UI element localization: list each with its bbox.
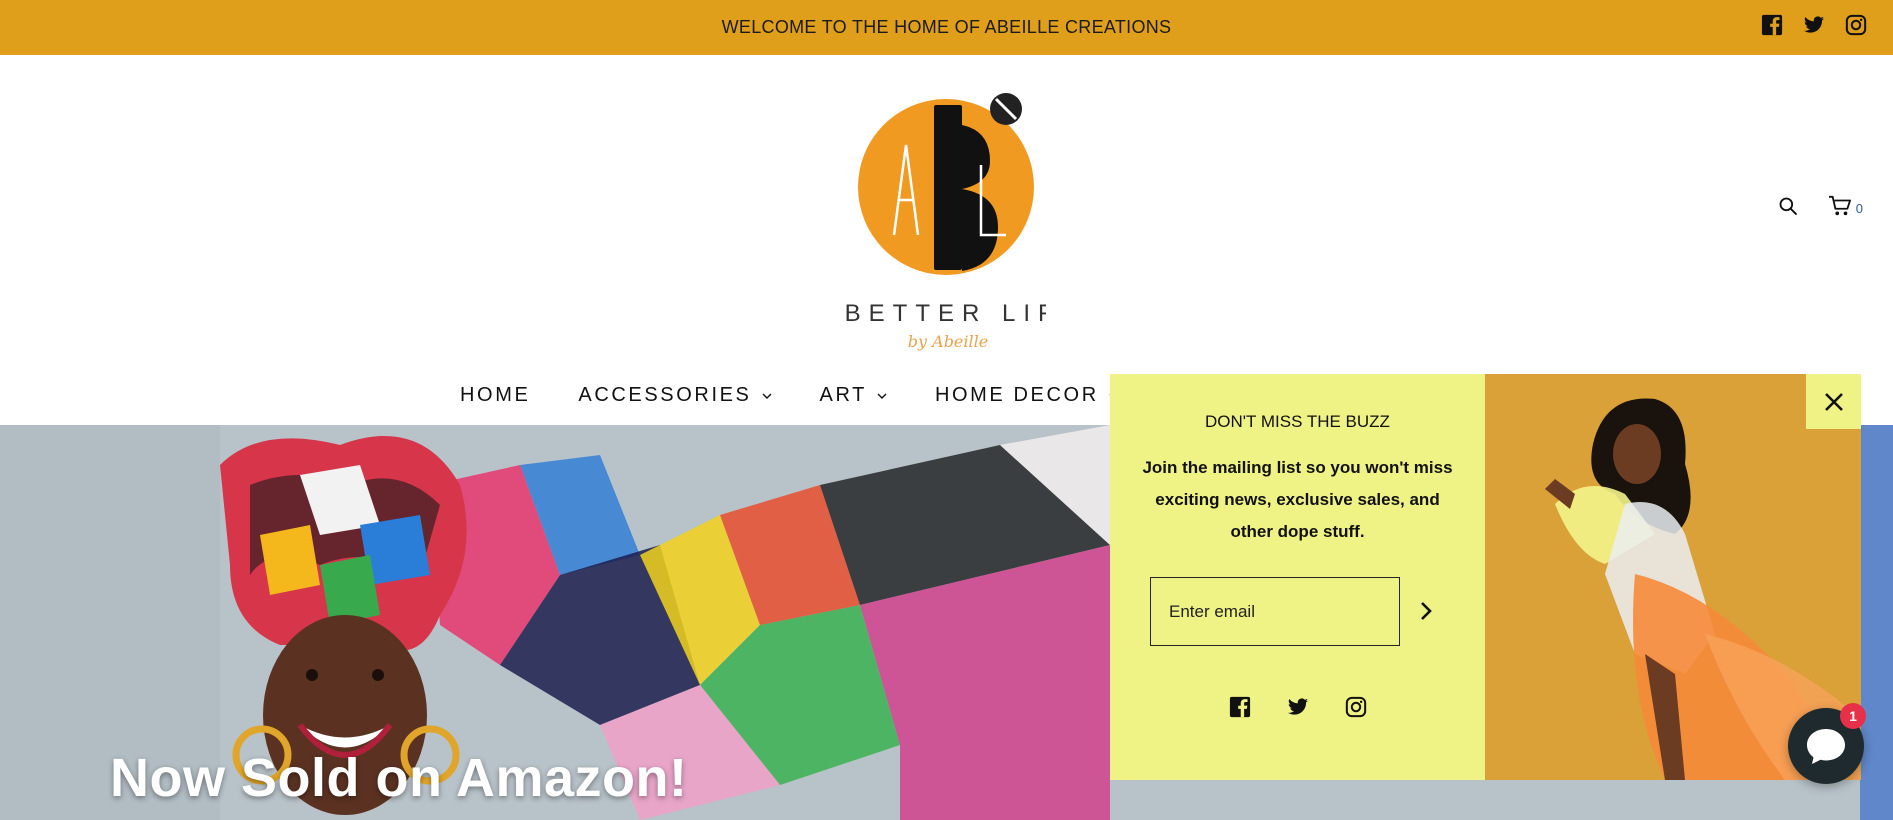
nav-item-home-decor[interactable]: HOME DECOR <box>935 384 1119 407</box>
logo-signature: by Abeille <box>908 332 988 351</box>
email-field[interactable] <box>1150 577 1400 646</box>
facebook-icon[interactable] <box>1761 14 1785 38</box>
hero-title: Now Sold on Amazon! <box>110 748 688 808</box>
header-social-links <box>1761 14 1869 38</box>
site-header: A BETTER LIFE by Abeille 0 <box>0 55 1893 372</box>
cart-button[interactable]: 0 <box>1828 195 1863 222</box>
logo-tagline: A BETTER LIFE <box>846 300 1046 327</box>
arrow-right-icon[interactable] <box>1415 600 1437 622</box>
popup-form-panel: DON'T MISS THE BUZZ Join the mailing lis… <box>1110 374 1485 780</box>
popup-heading: DON'T MISS THE BUZZ <box>1205 412 1390 431</box>
newsletter-popup: DON'T MISS THE BUZZ Join the mailing lis… <box>1110 374 1861 780</box>
twitter-icon[interactable] <box>1803 14 1827 38</box>
chevron-down-icon <box>877 393 887 399</box>
instagram-icon[interactable] <box>1845 14 1869 38</box>
twitter-icon[interactable] <box>1287 696 1309 718</box>
nav-item-label: HOME DECOR <box>934 384 1099 406</box>
chevron-down-icon <box>762 393 771 399</box>
nav-item-home[interactable]: HOME <box>460 384 530 407</box>
cart-count: 0 <box>1855 201 1863 216</box>
header-tools: 0 <box>1778 195 1863 222</box>
nav-item-label: HOME <box>460 384 531 406</box>
announcement-bar: WELCOME TO THE HOME OF ABEILLE CREATIONS <box>0 0 1893 55</box>
instagram-icon[interactable] <box>1345 696 1367 718</box>
close-icon <box>1824 392 1843 411</box>
nav-item-label: ACCESSORIES <box>578 384 752 406</box>
close-button[interactable] <box>1806 374 1861 429</box>
popup-social-links <box>1110 696 1485 718</box>
search-icon[interactable] <box>1778 196 1798 221</box>
nav-item-art[interactable]: ART <box>820 384 887 407</box>
chat-notification-badge: 1 <box>1840 703 1866 729</box>
facebook-icon[interactable] <box>1229 696 1251 718</box>
nav-item-label: ART <box>819 384 867 406</box>
announcement-text: WELCOME TO THE HOME OF ABEILLE CREATIONS <box>721 17 1172 37</box>
chat-icon <box>1807 729 1845 764</box>
site-logo[interactable]: A BETTER LIFE by Abeille <box>807 85 1077 375</box>
popup-text: Join the mailing list so you won't miss … <box>1142 458 1453 541</box>
nav-item-accessories[interactable]: ACCESSORIES <box>578 384 771 407</box>
cart-icon <box>1828 195 1852 222</box>
